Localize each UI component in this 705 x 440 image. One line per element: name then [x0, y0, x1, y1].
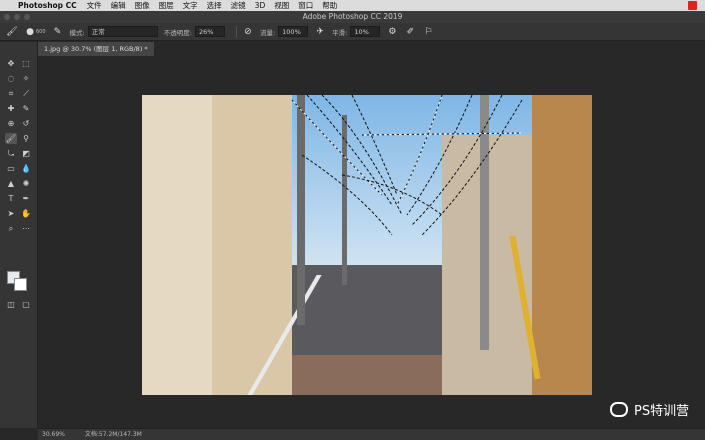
- menu-select[interactable]: 选择: [207, 0, 222, 11]
- wechat-icon: [610, 402, 628, 417]
- art-history-tool-icon[interactable]: ⤿: [5, 148, 17, 159]
- mode-label: 模式:: [69, 28, 85, 37]
- menu-window[interactable]: 窗口: [298, 0, 313, 11]
- screen-mode-icon[interactable]: ▢: [20, 299, 32, 310]
- menu-filter[interactable]: 滤镜: [231, 0, 246, 11]
- zoom-level[interactable]: 30.69%: [42, 429, 65, 440]
- brush-preset-picker[interactable]: ●: [24, 26, 36, 38]
- history-brush-tool-icon[interactable]: ↺: [20, 118, 32, 129]
- move-tool-icon[interactable]: ✥: [5, 58, 17, 69]
- menu-file[interactable]: 文件: [87, 0, 102, 11]
- eyedropper-tool-icon[interactable]: ⟋: [20, 88, 32, 99]
- hand-tool-icon[interactable]: ✋: [20, 208, 32, 219]
- mode-select[interactable]: 正常: [87, 26, 158, 37]
- tools-panel: ✥ ⬚ ◌ ✧ ⌗ ⟋ ✚ ✎ ⊕ ↺ 🖌 ⚲ ⤿ ◩ ▭ 💧 ▲ ✺ T ✒ …: [0, 42, 38, 428]
- brush-tool-icon[interactable]: 🖌: [5, 133, 17, 144]
- stamp-tool-icon[interactable]: ⚲: [20, 133, 32, 144]
- brush-settings-icon[interactable]: ✎: [52, 26, 64, 38]
- options-bar: 🖌 ● 600 ✎ 模式: 正常 不透明度: 26% ⊘ 流量: 100% ✈ …: [0, 23, 705, 41]
- record-indicator-icon: [688, 1, 697, 10]
- flow-label: 流量:: [259, 28, 276, 37]
- document-tab[interactable]: 1.jpg @ 30.7% (图层 1, RGB/8) *: [38, 42, 154, 56]
- menu-type[interactable]: 文字: [183, 0, 198, 11]
- eraser-tool-icon[interactable]: ◩: [20, 148, 32, 159]
- path-selection-tool-icon[interactable]: ➤: [5, 208, 17, 219]
- zoom-tool-icon[interactable]: ⌕: [5, 223, 17, 234]
- crop-tool-icon[interactable]: ⌗: [5, 88, 17, 99]
- photoshop-window: Photoshop CC 文件 编辑 图像 图层 文字 选择 滤镜 3D 视图 …: [0, 0, 705, 440]
- pen-tool-icon[interactable]: ✒: [20, 193, 32, 204]
- watermark-text: PS特训营: [634, 404, 690, 419]
- opacity-label: 不透明度:: [163, 28, 192, 37]
- separator: [235, 25, 237, 38]
- more-tools-icon[interactable]: ⋯: [20, 223, 32, 234]
- brush-icon[interactable]: 🖌: [6, 26, 18, 38]
- dodge-tool-icon[interactable]: ▲: [5, 178, 17, 189]
- selection-marching-ants: [291, 95, 523, 236]
- clone-stamp-tool-icon[interactable]: ⊕: [5, 118, 17, 129]
- document-tab-bar: 1.jpg @ 30.7% (图层 1, RGB/8) *: [38, 42, 705, 56]
- sponge-tool-icon[interactable]: ✺: [20, 178, 32, 189]
- menu-image[interactable]: 图像: [135, 0, 150, 11]
- airbrush-icon[interactable]: ✈: [314, 26, 326, 38]
- menu-help[interactable]: 帮助: [322, 0, 337, 11]
- gear-icon[interactable]: ⚙: [386, 26, 398, 38]
- window-controls: [4, 14, 30, 20]
- healing-tool-icon[interactable]: ✚: [5, 103, 17, 114]
- brush-size: 600: [36, 28, 46, 35]
- opacity-field[interactable]: 26%: [194, 26, 225, 37]
- flow-field[interactable]: 100%: [278, 26, 309, 37]
- canvas-area[interactable]: PS特训营: [38, 56, 705, 428]
- magic-wand-tool-icon[interactable]: ✧: [20, 73, 32, 84]
- window-title: Adobe Photoshop CC 2019: [302, 12, 403, 21]
- symmetry-icon[interactable]: ⚐: [422, 26, 434, 38]
- background-color-swatch[interactable]: [14, 278, 27, 291]
- document-size: 文档:57.2M/147.3M: [84, 431, 142, 438]
- gradient-tool-icon[interactable]: ▭: [5, 163, 17, 174]
- menu-layer[interactable]: 图层: [159, 0, 174, 11]
- menu-app-name[interactable]: Photoshop CC: [18, 1, 77, 10]
- blur-tool-icon[interactable]: 💧: [20, 163, 32, 174]
- marquee-tool-icon[interactable]: ⬚: [20, 58, 32, 69]
- menu-edit[interactable]: 编辑: [111, 0, 126, 11]
- close-window-button[interactable]: [4, 14, 10, 20]
- watermark: PS特训营: [610, 400, 689, 419]
- type-tool-icon[interactable]: T: [5, 193, 17, 204]
- menu-3d[interactable]: 3D: [255, 1, 266, 10]
- pressure-size-icon[interactable]: ✐: [404, 26, 416, 38]
- minimize-window-button[interactable]: [14, 14, 20, 20]
- menu-view[interactable]: 视图: [274, 0, 289, 11]
- pressure-opacity-icon[interactable]: ⊘: [242, 26, 254, 38]
- mac-menu-bar: Photoshop CC 文件 编辑 图像 图层 文字 选择 滤镜 3D 视图 …: [0, 0, 705, 11]
- quick-mask-icon[interactable]: ◫: [5, 299, 17, 310]
- lasso-tool-icon[interactable]: ◌: [5, 73, 17, 84]
- smoothing-field[interactable]: 10%: [350, 26, 381, 37]
- smoothing-label: 平滑:: [332, 28, 348, 37]
- zoom-window-button[interactable]: [24, 14, 30, 20]
- pencil-tool-icon[interactable]: ✎: [20, 103, 32, 114]
- window-title-bar: Adobe Photoshop CC 2019: [0, 11, 705, 23]
- document-image[interactable]: [142, 95, 592, 395]
- status-bar: 30.69% 文档:57.2M/147.3M: [38, 428, 705, 440]
